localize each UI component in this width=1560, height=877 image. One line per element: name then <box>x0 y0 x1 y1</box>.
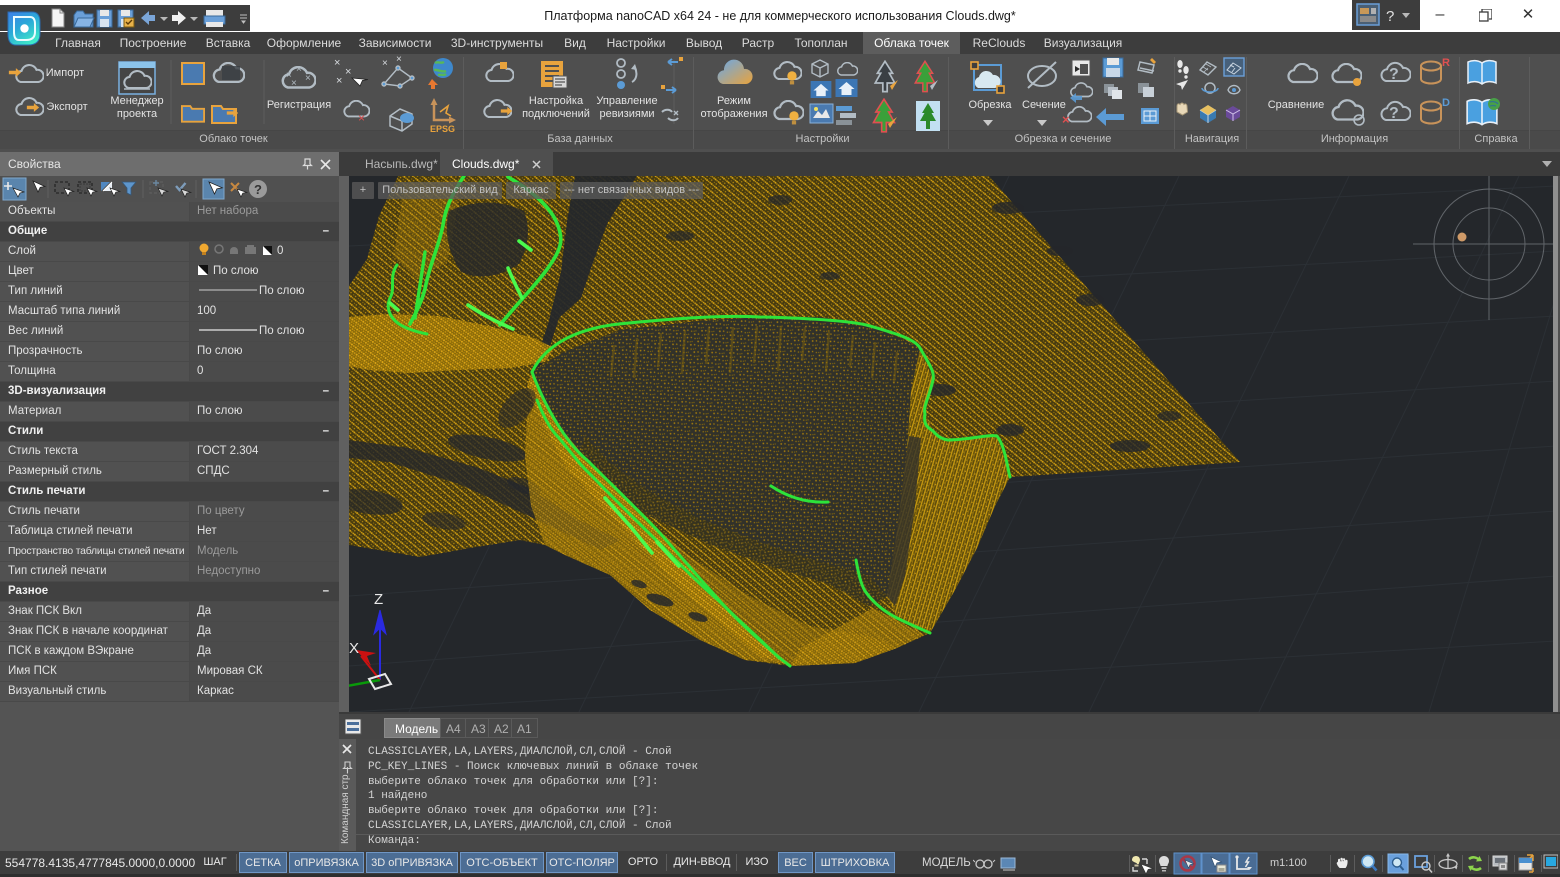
svg-text:×: × <box>1062 112 1070 127</box>
svg-text:X: X <box>349 640 359 657</box>
svg-text:×: × <box>296 64 302 75</box>
svg-text:По слою: По слою <box>213 265 259 277</box>
svg-text:По слою: По слою <box>259 285 305 297</box>
svg-text:×: × <box>396 54 402 65</box>
svg-text:×: × <box>336 75 342 87</box>
svg-text:×: × <box>291 78 297 89</box>
svg-text:?: ? <box>1386 8 1394 25</box>
svg-text:×: × <box>305 73 311 84</box>
svg-text:×: × <box>334 57 340 69</box>
svg-text:×: × <box>345 66 351 78</box>
svg-text:?: ? <box>254 182 262 197</box>
svg-text:По слою: По слою <box>259 325 305 337</box>
svg-text:Z: Z <box>374 591 383 608</box>
svg-text:D: D <box>1442 97 1450 109</box>
svg-text:0: 0 <box>277 245 283 257</box>
svg-text:EPSG: EPSG <box>430 124 455 134</box>
svg-text:R: R <box>1442 57 1450 69</box>
svg-text:×: × <box>382 58 388 69</box>
svg-text:×: × <box>358 111 365 125</box>
